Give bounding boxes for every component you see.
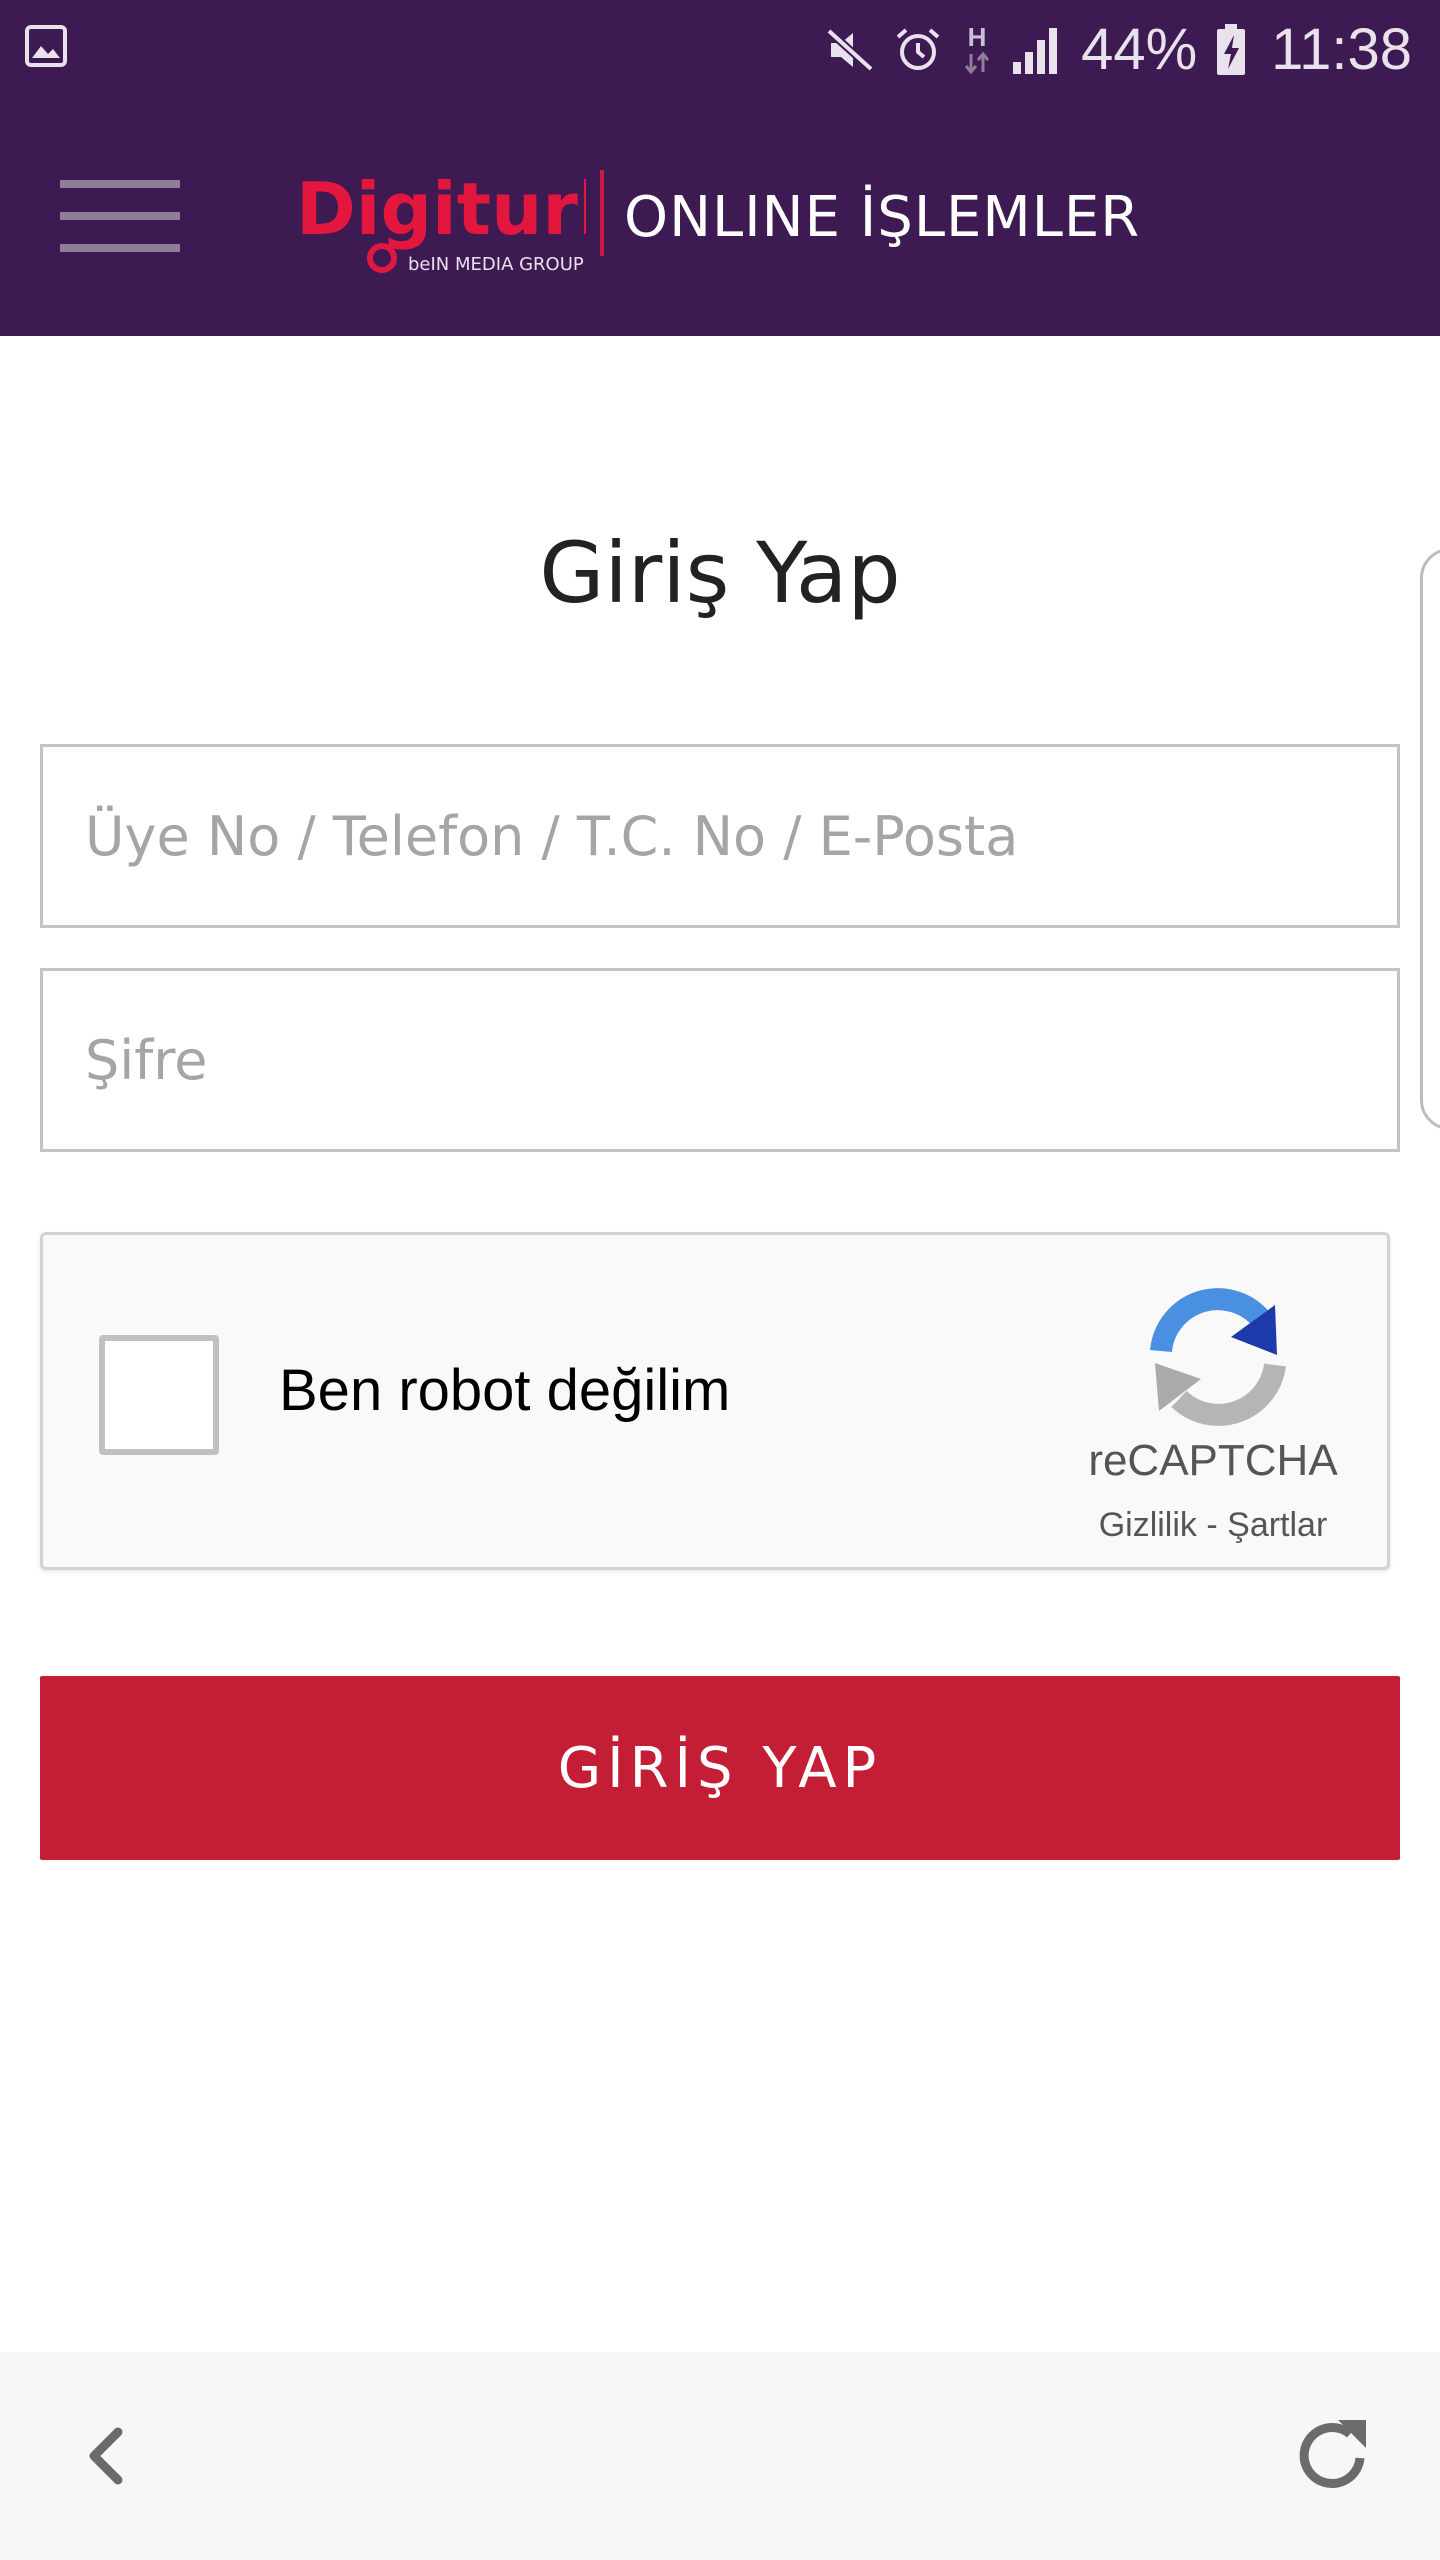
recaptcha-checkbox[interactable] (99, 1335, 219, 1455)
gallery-icon (25, 25, 67, 67)
svg-text:beIN MEDIA GROUP: beIN MEDIA GROUP (408, 254, 584, 275)
hamburger-menu-icon[interactable] (48, 164, 188, 274)
svg-text:Digiturk: Digiturk (296, 168, 586, 251)
side-panel-edge (1420, 548, 1440, 1130)
recaptcha-label: Ben robot değilim (279, 1358, 731, 1423)
app-title: ONLINE İŞLEMLER (624, 185, 1141, 250)
password-input[interactable] (40, 968, 1400, 1152)
reload-icon[interactable] (1290, 2406, 1380, 2506)
login-button[interactable]: GİRİŞ YAP (40, 1676, 1400, 1860)
chevron-left-icon[interactable] (62, 2406, 152, 2506)
browser-bottom-bar (0, 2352, 1440, 2560)
svg-text:H: H (968, 22, 987, 52)
links-separator: - (1196, 1506, 1228, 1544)
alarm-icon (896, 28, 940, 70)
mute-icon (826, 28, 874, 72)
recaptcha-widget: Ben robot değilim reCAPTCHA Gizlilik - Ş… (40, 1232, 1390, 1570)
menu-line (60, 212, 180, 220)
battery-percentage: 44% (1081, 17, 1198, 82)
network-type-icon: H (964, 22, 990, 75)
recaptcha-brand: reCAPTCHA (1088, 1436, 1338, 1485)
privacy-link[interactable]: Gizlilik (1099, 1506, 1197, 1544)
menu-line (60, 244, 180, 252)
recaptcha-logo-icon (1150, 1288, 1286, 1426)
battery-charging-icon (1217, 24, 1246, 75)
terms-link[interactable]: Şartlar (1227, 1506, 1327, 1544)
page-title: Giriş Yap (539, 524, 901, 622)
status-time: 11:38 (1271, 17, 1412, 82)
digiturk-logo[interactable]: Digiturk beIN MEDIA GROUP (296, 168, 586, 278)
app-header: Digiturk beIN MEDIA GROUP ONLINE İŞLEMLE… (0, 100, 1440, 336)
status-bar: H 44% 11:38 (0, 0, 1440, 100)
menu-line (60, 180, 180, 188)
status-icons: H 44% 11:38 (825, 0, 1412, 100)
username-input[interactable] (40, 744, 1400, 928)
logo-divider (600, 170, 604, 256)
signal-icon (1013, 28, 1058, 74)
recaptcha-links: Gizlilik - Şartlar (1043, 1503, 1383, 1547)
